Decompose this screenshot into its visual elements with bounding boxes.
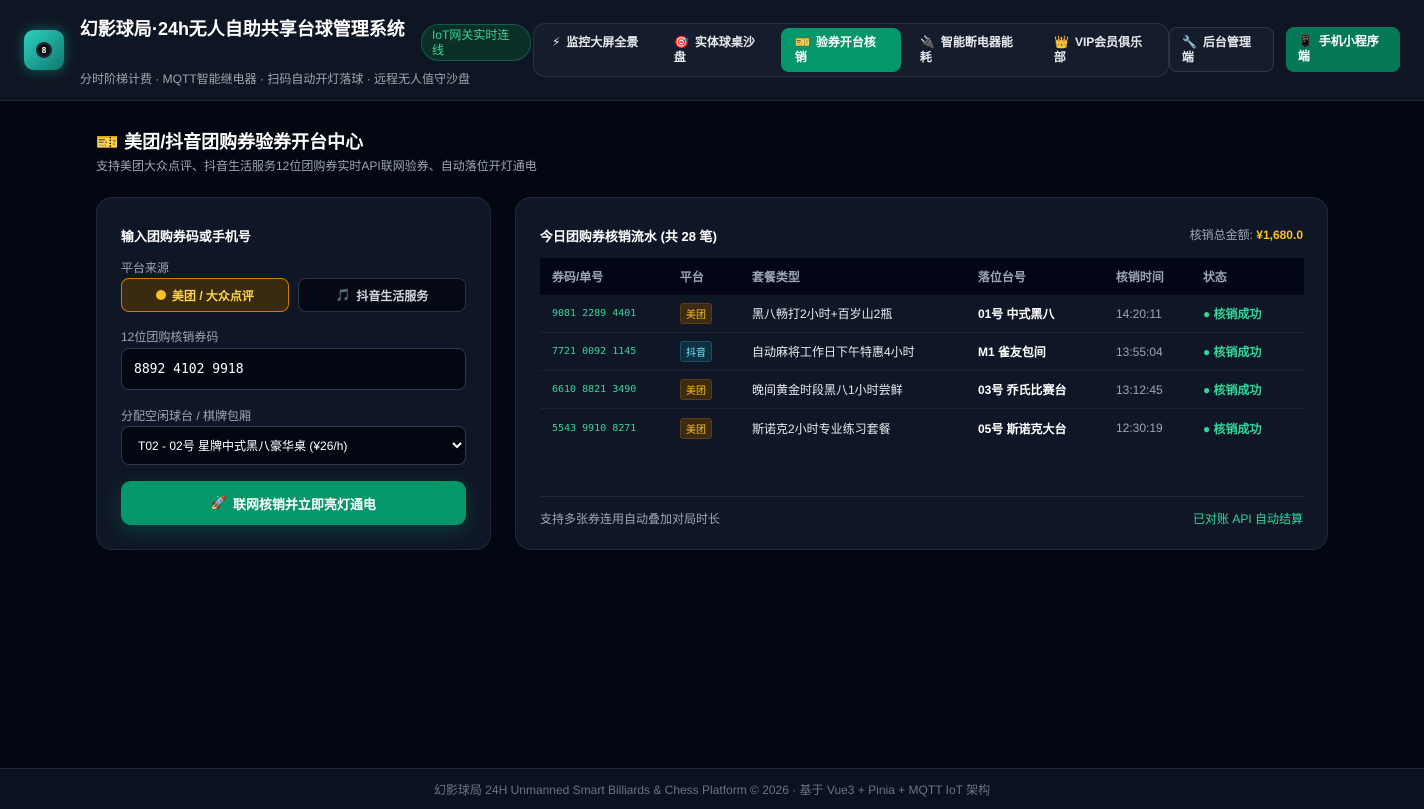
table-row[interactable]: 6610 8821 3490 美团 晚间黄金时段黑八1小时尝鲜 03号 乔氏比赛… — [540, 371, 1304, 409]
verify-submit-button[interactable]: 🚀 联网核销并立即亮灯通电 — [121, 481, 466, 525]
records-card: 今日团购券核销流水 (共 28 笔) 核销总金额: ¥1,680.0 券码/单号… — [515, 197, 1328, 550]
table-row[interactable]: 9081 2289 4401 美团 黑八畅打2小时+百岁山2瓶 01号 中式黑八… — [540, 295, 1304, 333]
nav-power[interactable]: 🔌 智能断电器能耗 — [906, 28, 1032, 72]
lightning-icon: ⚡ — [552, 35, 561, 49]
divider — [540, 496, 1304, 497]
platform-label: 平台来源 — [121, 261, 170, 275]
form-heading: 输入团购券码或手机号 — [121, 229, 252, 244]
coin-icon — [155, 290, 166, 300]
billiard-ball-icon: 8 — [36, 42, 52, 58]
table-row[interactable]: 7721 0092 1145 抖音 自动麻将工作日下午特惠4小时 M1 雀友包间… — [540, 333, 1304, 371]
page-footer: 幻影球局 24H Unmanned Smart Billiards & Ches… — [0, 768, 1424, 809]
ticket-icon: 🎫 — [795, 35, 810, 49]
nav-voucher[interactable]: 🎫 验券开台核销 — [781, 28, 901, 72]
status-badge: ● 核销成功 — [1203, 345, 1262, 359]
nav-monitor[interactable]: ⚡ 监控大屏全景 — [538, 28, 654, 72]
records-table: 券码/单号 平台 套餐类型 落位台号 核销时间 状态 9081 2289 440… — [540, 258, 1304, 447]
music-note-icon: 🎵 — [335, 288, 351, 302]
platform-tag: 美团 — [680, 379, 712, 400]
wrench-icon: 🔧 — [1182, 35, 1197, 49]
platform-tag: 美团 — [680, 417, 712, 439]
platform-tag: 抖音 — [680, 341, 712, 362]
app-subtitle: 分时阶梯计费 · MQTT智能继电器 · 扫码自动开灯落球 · 远程无人值守沙盘 — [80, 72, 470, 86]
rocket-icon: 🚀 — [210, 495, 228, 510]
total-amount: 核销总金额: ¥1,680.0 — [1189, 228, 1303, 242]
table-row[interactable]: 5543 9910 8271 美团 斯诺克2小时专业练习套餐 05号 斯诺克大台… — [540, 409, 1304, 447]
iot-status-badge: IoT网关实时连线 — [421, 24, 531, 61]
admin-button[interactable]: 🔧 后台管理端 — [1169, 27, 1274, 72]
target-icon: 🎯 — [674, 35, 689, 49]
code-label: 12位团购核销券码 — [121, 330, 219, 344]
ticket-icon: 🎫 — [96, 132, 119, 152]
table-label: 分配空闲球台 / 棋牌包厢 — [121, 409, 252, 423]
status-badge: ● 核销成功 — [1203, 383, 1262, 397]
status-badge: ● 核销成功 — [1203, 421, 1262, 436]
voucher-form-card: 输入团购券码或手机号 平台来源 美团 / 大众点评 🎵 抖音生活服务 12位团购核… — [96, 197, 491, 550]
platform-douyin-button[interactable]: 🎵 抖音生活服务 — [298, 278, 466, 312]
nav-table-sandbox[interactable]: 🎯 实体球桌沙盘 — [660, 28, 776, 72]
phone-icon: 📱 — [1298, 34, 1313, 48]
page-title: 🎫 美团/抖音团购券验券开台中心 — [96, 132, 364, 152]
records-heading: 今日团购券核销流水 (共 28 笔) — [540, 229, 717, 244]
app-header: 8 幻影球局·24h无人自助共享台球管理系统 分时阶梯计费 · MQTT智能继电… — [0, 0, 1424, 101]
crown-icon: 👑 — [1054, 35, 1069, 49]
voucher-code-input[interactable] — [121, 348, 466, 390]
platform-meituan-button[interactable]: 美团 / 大众点评 — [121, 278, 289, 312]
table-header: 券码/单号 平台 套餐类型 落位台号 核销时间 状态 — [540, 258, 1304, 295]
records-footnote: 支持多张券连用自动叠加对局时长 — [540, 512, 721, 526]
app-title: 幻影球局·24h无人自助共享台球管理系统 — [80, 19, 406, 39]
main-nav: ⚡ 监控大屏全景 🎯 实体球桌沙盘 🎫 验券开台核销 🔌 智能断电器能耗 👑 VIP会员俱… — [533, 23, 1169, 77]
status-badge: ● 核销成功 — [1203, 307, 1262, 321]
app-logo[interactable]: 8 — [24, 30, 64, 70]
reconcile-status: 已对账 API 自动结算 — [1192, 512, 1303, 526]
nav-vip[interactable]: 👑 VIP会员俱乐部 — [1040, 28, 1164, 72]
platform-tag: 美团 — [680, 303, 712, 324]
plug-icon: 🔌 — [920, 35, 935, 49]
table-select[interactable]: T02 - 02号 星牌中式黑八豪华桌 (¥26/h) — [121, 426, 466, 465]
page-description: 支持美团大众点评、抖音生活服务12位团购券实时API联网验券、自动落位开灯通电 — [96, 159, 537, 173]
mini-program-button[interactable]: 📱 手机小程序端 — [1286, 27, 1400, 72]
